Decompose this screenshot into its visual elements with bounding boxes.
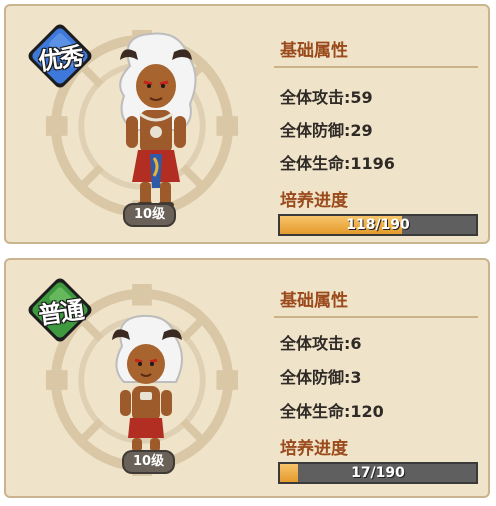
progress-text: 17/190 — [351, 465, 405, 481]
hero-portrait: 优秀 10级 — [6, 6, 268, 242]
stat-hp: 全体生命:120 — [280, 402, 384, 421]
stat-defense: 全体防御:29 — [280, 121, 373, 140]
section-title-progress: 培养进度 — [280, 191, 348, 211]
section-title-progress: 培养进度 — [280, 439, 348, 459]
progress-bar: 17/190 — [278, 462, 478, 484]
stat-hp: 全体生命:1196 — [280, 154, 395, 173]
level-badge: 10级 — [123, 203, 177, 227]
stat-defense: 全体防御:3 — [280, 368, 362, 387]
divider — [274, 66, 478, 68]
stat-attack: 全体攻击:59 — [280, 88, 373, 107]
stat-attack: 全体攻击:6 — [280, 334, 362, 353]
section-title-base-attributes: 基础属性 — [280, 41, 348, 61]
hero-card-normal[interactable]: 普通 10级 基础属性 全体攻击:6 全体防御:3 全体生命:120 培养进度 … — [4, 258, 490, 498]
section-title-base-attributes: 基础属性 — [280, 291, 348, 311]
divider — [274, 316, 478, 318]
horned-warrior-icon — [112, 314, 183, 452]
stats-panel: 基础属性 全体攻击:6 全体防御:3 全体生命:120 培养进度 17/190 — [274, 260, 478, 496]
rarity-label: 优秀 — [36, 41, 85, 76]
level-badge: 10级 — [122, 450, 176, 474]
hero-portrait: 普通 10级 — [6, 260, 268, 496]
progress-text: 118/190 — [346, 217, 410, 233]
stats-panel: 基础属性 全体攻击:59 全体防御:29 全体生命:1196 培养进度 118/… — [274, 6, 478, 242]
progress-bar: 118/190 — [278, 214, 478, 236]
hero-card-excellent[interactable]: 优秀 10级 基础属性 全体攻击:59 全体防御:29 全体生命:1196 培养… — [4, 4, 490, 244]
rarity-label: 普通 — [36, 295, 85, 330]
horned-warrior-icon — [119, 32, 197, 208]
